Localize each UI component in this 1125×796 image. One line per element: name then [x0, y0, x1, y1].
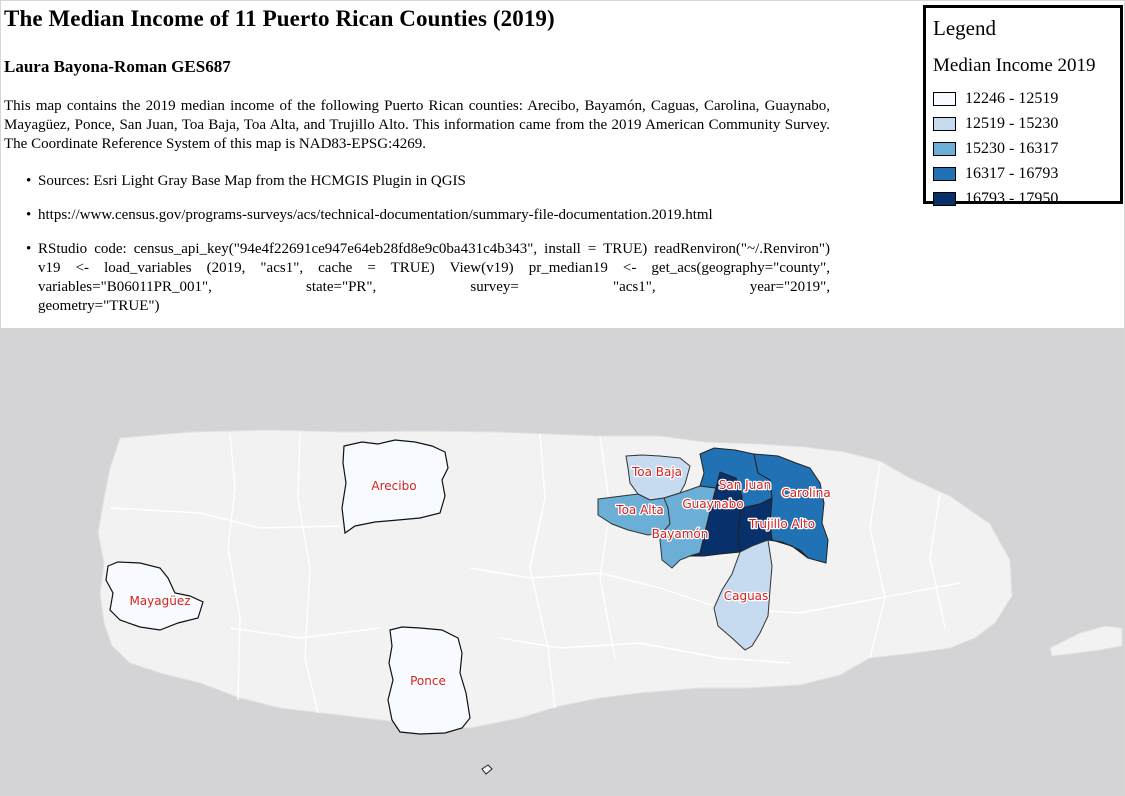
label-san-juan: San Juan	[719, 478, 772, 492]
legend-swatch	[933, 141, 956, 156]
legend-swatch	[933, 91, 956, 106]
legend-item: 12246 - 12519	[933, 86, 1058, 111]
legend-item: 15230 - 16317	[933, 136, 1058, 161]
label-caguas: Caguas	[724, 589, 769, 603]
map-description: This map contains the 2019 median income…	[4, 98, 830, 152]
label-toa-baja: Toa Baja	[631, 465, 682, 479]
author-line: Laura Bayona-Roman GES687	[4, 57, 231, 76]
legend-subtitle: Median Income 2019	[933, 55, 1096, 76]
label-carolina: Carolina	[781, 486, 830, 500]
legend-label: 16317 - 16793	[965, 164, 1059, 182]
sources-list: Sources: Esri Light Gray Base Map from t…	[26, 172, 830, 331]
source-basemap: Sources: Esri Light Gray Base Map from t…	[26, 172, 830, 191]
legend-swatch	[933, 166, 956, 181]
code-text-last: geometry="TRUE")	[38, 298, 160, 314]
map-title: The Median Income of 11 Puerto Rican Cou…	[4, 6, 555, 31]
legend-swatch	[933, 116, 956, 131]
legend-label: 12246 - 12519	[965, 89, 1059, 107]
small-islet	[481, 764, 493, 775]
label-ponce: Ponce	[410, 674, 446, 688]
legend-classes: 12246 - 12519 12519 - 15230 15230 - 1631…	[933, 86, 1058, 211]
label-arecibo: Arecibo	[371, 479, 416, 493]
legend-box: Legend Median Income 2019 12246 - 12519 …	[923, 5, 1123, 207]
legend-label: 16793 - 17950	[965, 189, 1059, 207]
label-bayamon: Bayamón	[652, 527, 709, 541]
map-canvas[interactable]: Arecibo Mayagüez Ponce Toa Baja Caguas T…	[0, 328, 1125, 796]
legend-item: 16793 - 17950	[933, 186, 1058, 211]
legend-item: 12519 - 15230	[933, 111, 1058, 136]
puerto-rico-island	[97, 429, 1013, 729]
legend-label: 12519 - 15230	[965, 114, 1059, 132]
legend-title: Legend	[933, 16, 996, 40]
label-guaynabo: Guaynabo	[682, 497, 743, 511]
legend-item: 16317 - 16793	[933, 161, 1058, 186]
legend-swatch	[933, 191, 956, 206]
vieques-island	[1049, 625, 1123, 657]
label-mayaguez: Mayagüez	[129, 594, 190, 608]
source-census-link[interactable]: https://www.census.gov/programs-surveys/…	[26, 206, 830, 225]
label-toa-alta: Toa Alta	[615, 503, 663, 517]
legend-label: 15230 - 16317	[965, 139, 1059, 157]
code-text: RStudio code: census_api_key("94e4f22691…	[38, 241, 830, 295]
label-trujillo-alto: Trujillo Alto	[748, 517, 815, 531]
source-rstudio-code: RStudio code: census_api_key("94e4f22691…	[26, 240, 830, 316]
map-svg: Arecibo Mayagüez Ponce Toa Baja Caguas T…	[97, 429, 1123, 775]
